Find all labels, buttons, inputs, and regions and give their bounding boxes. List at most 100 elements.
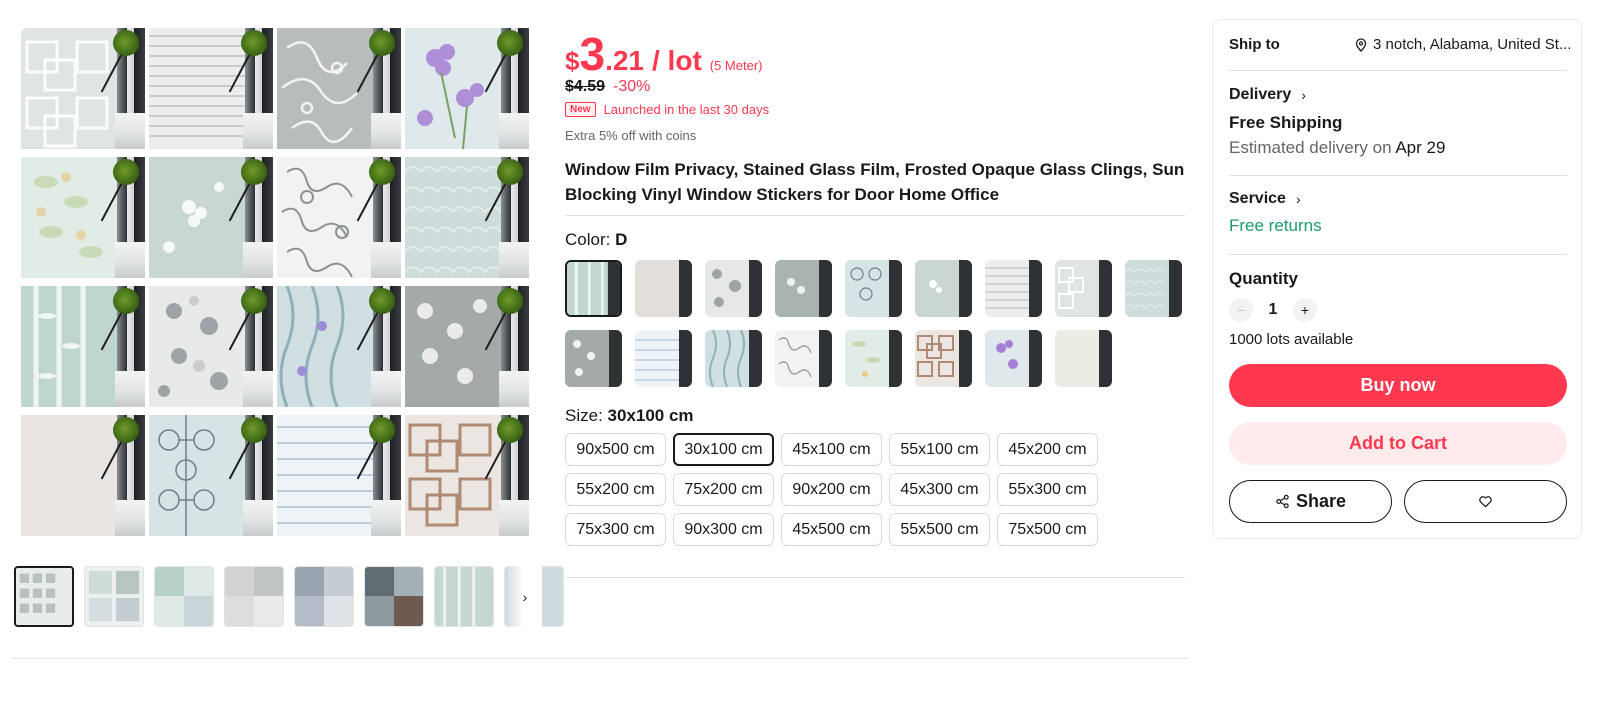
gallery-tile-grey-flowers[interactable] [149,286,273,407]
heart-icon [1479,496,1492,508]
location-pin-icon [1355,37,1367,52]
color-label-text: Color: [565,230,616,249]
color-swatch[interactable] [915,260,972,317]
gallery-tile-brown-squares[interactable] [405,415,529,536]
size-option[interactable]: 90x500 cm [565,433,666,466]
color-swatch[interactable] [635,330,692,387]
color-swatch[interactable] [985,330,1042,387]
size-selected: 30x100 cm [607,406,694,425]
thumbnail[interactable] [14,566,74,627]
color-selected: D [615,230,628,249]
size-label-text: Size: [565,406,608,425]
ship-to-location-text: 3 notch, Alabama, United St... [1373,36,1571,53]
ship-to-label: Ship to [1229,36,1280,53]
size-option[interactable]: 90x300 cm [673,513,774,546]
color-swatch[interactable] [915,330,972,387]
estimated-delivery-prefix: Estimated delivery on [1229,138,1396,157]
size-option[interactable]: 45x500 cm [781,513,882,546]
service-link[interactable]: Service › [1229,190,1301,208]
divider [565,577,1185,578]
color-swatch[interactable] [845,260,902,317]
gallery-tile-leaves[interactable] [21,157,145,278]
estimated-delivery: Estimated delivery on Apr 29 [1229,138,1445,158]
share-icon [1276,494,1289,509]
color-swatch[interactable] [1125,260,1182,317]
gallery-tile-squares[interactable] [21,28,145,149]
gallery-tile-stripes[interactable] [149,28,273,149]
lots-available: 1000 lots available [1229,331,1354,348]
gallery-tile-blue-stripes[interactable] [277,415,401,536]
color-swatch[interactable] [985,260,1042,317]
gallery-tile-waves[interactable] [277,286,401,407]
size-option[interactable]: 55x500 cm [889,513,990,546]
product-title: Window Film Privacy, Stained Glass Film,… [565,160,1185,204]
price: $ 3 .21 / lot (5 Meter) [565,28,763,80]
price-integer: 3 [579,28,606,80]
size-option[interactable]: 45x100 cm [781,433,882,466]
size-option[interactable]: 55x200 cm [565,473,666,506]
ship-to-location[interactable]: 3 notch, Alabama, United St... [1355,36,1571,53]
thumbnail[interactable] [294,566,354,627]
quantity-increase-button[interactable]: + [1293,298,1317,322]
gallery-tile-curls[interactable] [277,157,401,278]
share-label: Share [1295,491,1347,511]
chevron-right-icon: › [522,588,528,605]
quantity-decrease-button[interactable]: − [1229,298,1253,322]
wishlist-button[interactable] [1404,480,1567,523]
original-price-row: $4.59 -30% [565,78,650,96]
quantity-stepper: − 1 + [1229,298,1317,322]
new-badge: New [565,102,596,117]
main-image-gallery[interactable] [21,28,533,541]
gallery-tile-bamboo[interactable] [21,286,145,407]
size-option[interactable]: 45x300 cm [889,473,990,506]
color-swatch[interactable] [845,330,902,387]
divider [565,215,1185,216]
original-price: $4.59 [565,78,606,95]
discount-badge: -30% [613,78,651,95]
thumbnail[interactable] [364,566,424,627]
quantity-value[interactable]: 1 [1253,301,1293,319]
size-option[interactable]: 45x200 cm [997,433,1098,466]
size-option[interactable]: 55x100 cm [889,433,990,466]
thumbnail[interactable] [224,566,284,627]
buy-now-button[interactable]: Buy now [1229,364,1567,407]
color-swatch[interactable] [1055,330,1112,387]
delivery-link[interactable]: Delivery › [1229,86,1306,104]
size-option[interactable]: 55x300 cm [997,473,1098,506]
color-swatch[interactable] [565,260,622,317]
gallery-tile-white-blossoms[interactable] [149,157,273,278]
divider [1229,254,1567,255]
size-option[interactable]: 75x200 cm [673,473,774,506]
gallery-tile-purple-flowers[interactable] [405,28,529,149]
size-option[interactable]: 30x100 cm [673,433,774,466]
color-label: Color: D [565,230,627,250]
price-unit-note: (5 Meter) [709,58,763,73]
estimated-delivery-date: Apr 29 [1395,138,1446,157]
gallery-tile-swirls[interactable] [277,28,401,149]
service-label: Service [1229,190,1286,207]
thumbnail-next-button[interactable]: › [508,566,542,627]
color-swatch[interactable] [635,260,692,317]
size-option[interactable]: 75x300 cm [565,513,666,546]
size-option[interactable]: 90x200 cm [781,473,882,506]
color-swatch[interactable] [775,330,832,387]
thumbnail[interactable] [154,566,214,627]
chevron-right-icon: › [1301,87,1306,103]
gallery-tile-circles[interactable] [149,415,273,536]
launched-text: Launched in the last 30 days [603,102,770,117]
new-launch-row: New Launched in the last 30 days [565,102,769,117]
gallery-tile-frosted[interactable] [21,415,145,536]
color-swatch[interactable] [775,260,832,317]
thumbnail-strip: › [14,566,564,629]
color-swatch[interactable] [1055,260,1112,317]
add-to-cart-button[interactable]: Add to Cart [1229,422,1567,465]
color-swatch[interactable] [705,260,762,317]
share-button[interactable]: Share [1229,480,1392,523]
color-swatch[interactable] [565,330,622,387]
thumbnail[interactable] [434,566,494,627]
gallery-tile-dandelions[interactable] [405,286,529,407]
thumbnail[interactable] [84,566,144,627]
size-option[interactable]: 75x500 cm [997,513,1098,546]
gallery-tile-scales[interactable] [405,157,529,278]
color-swatch[interactable] [705,330,762,387]
